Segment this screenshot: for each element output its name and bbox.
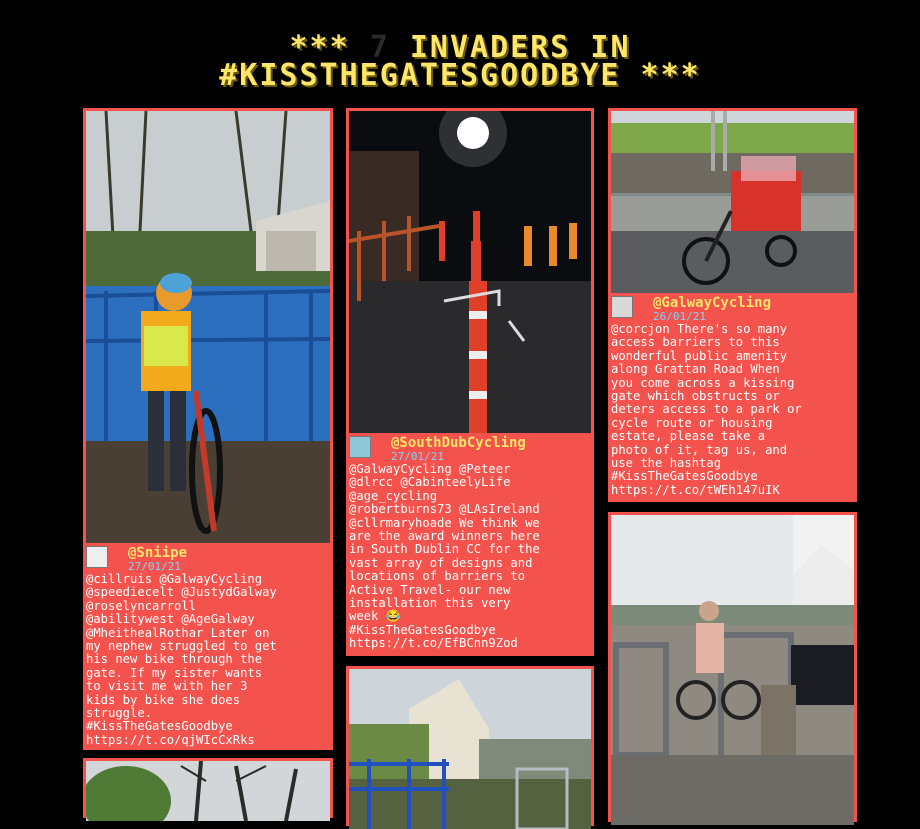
- post-text-line: @age_cycling: [349, 488, 438, 503]
- post-text-line: @roselyncarroll: [86, 598, 197, 613]
- post-card: [83, 758, 333, 821]
- post-photo[interactable]: [611, 515, 854, 825]
- post-text-line: @cllrmaryhoade We think we: [349, 515, 540, 530]
- post-text-line: estate, please take a: [611, 429, 766, 444]
- photo-cargo-bike-at-gate-icon: [611, 111, 854, 293]
- post-username[interactable]: @Sniipe: [128, 545, 187, 561]
- post-card: [346, 666, 594, 829]
- post-text-line: cycle route or housing: [611, 415, 773, 430]
- post-text: @cillruis @GalwayCycling @speediecelt @J…: [86, 572, 330, 749]
- post-text-line: in South Dublin CC for the: [349, 542, 540, 557]
- avatar[interactable]: [349, 436, 371, 458]
- post-card: @Sniipe 27/01/21 @cillruis @GalwayCyclin…: [83, 108, 333, 750]
- post-text: @GalwayCycling @Peteer @dlrcc @Cabinteel…: [349, 462, 591, 653]
- post-text-line: @MheithealRothar Later on: [86, 625, 270, 640]
- post-text-line: @speediecelt @JustydGalway: [86, 585, 277, 600]
- hashtag-link[interactable]: #KissTheGatesGoodbye: [86, 720, 330, 734]
- post-username[interactable]: @SouthDubCycling: [391, 435, 526, 451]
- post-username[interactable]: @GalwayCycling: [653, 295, 771, 311]
- post-card: @SouthDubCycling 27/01/21 @GalwayCycling…: [346, 108, 594, 656]
- post-text-line: deters access to a park or: [611, 402, 802, 417]
- post-meta: @GalwayCycling 26/01/21: [611, 293, 854, 323]
- post-text-line: to visit me with her 3: [86, 679, 248, 694]
- photo-child-with-bike-at-blue-gate-icon: [86, 111, 330, 543]
- post-text-line: installation this very: [349, 596, 511, 611]
- post-text-line: struggle.: [86, 706, 153, 721]
- avatar[interactable]: [86, 546, 108, 568]
- post-text-line: along Grattan Road When: [611, 362, 780, 377]
- post-text-line: gate. If my sister wants: [86, 665, 263, 680]
- post-text-line: kids by bike she does: [86, 692, 241, 707]
- post-photo[interactable]: [86, 761, 330, 821]
- photo-woman-with-bike-at-kissing-gate-icon: [611, 515, 854, 825]
- post-text-line: @cillruis @GalwayCycling: [86, 572, 263, 586]
- post-text-line: locations of barriers to: [349, 569, 526, 584]
- post-text-line: @abilitywest @AgeGalway: [86, 612, 255, 627]
- tweet-link[interactable]: https://t.co/EfBCnn9Zod: [349, 636, 591, 650]
- photo-night-bollards-cycle-lane-icon: [349, 111, 591, 433]
- post-text-line: @robertburns73 @LAsIreland: [349, 502, 540, 517]
- photo-blue-gate-lane-icon: [349, 669, 591, 829]
- post-photo[interactable]: [349, 111, 591, 433]
- post-meta: @SouthDubCycling 27/01/21: [349, 433, 591, 463]
- title-line-2: #KISSTHEGATESGOODBYE ***: [219, 58, 701, 93]
- post-text-line: are the award winners here: [349, 529, 540, 544]
- post-text: @corcjon There's so many access barriers…: [611, 322, 854, 499]
- page-title: *** 7 INVADERS IN #KISSTHEGATESGOODBYE *…: [0, 33, 920, 93]
- post-text-line: wonderful public amenity: [611, 348, 788, 363]
- post-photo[interactable]: [611, 111, 854, 293]
- post-text-line: photo of it, tag us, and: [611, 442, 788, 457]
- post-text-line: use the hashtag: [611, 456, 722, 471]
- tweet-link[interactable]: https://t.co/tWEh147uIK: [611, 483, 854, 497]
- post-date: 27/01/21: [391, 450, 444, 463]
- post-text-line: @GalwayCycling @Peteer: [349, 462, 511, 476]
- avatar[interactable]: [611, 296, 633, 318]
- post-text-line: @corcjon There's so many: [611, 322, 788, 336]
- post-meta: @Sniipe 27/01/21: [86, 543, 330, 573]
- post-date: 26/01/21: [653, 310, 706, 323]
- post-text-line: gate which obstructs or: [611, 389, 780, 404]
- post-card: @GalwayCycling 26/01/21 @corcjon There's…: [608, 108, 857, 502]
- post-text-line: his new bike through the: [86, 652, 263, 667]
- tweet-link[interactable]: https://t.co/qjWIcCxRks: [86, 733, 330, 747]
- photo-bare-trees-icon: [86, 761, 330, 821]
- post-text-line: my nephew struggled to get: [86, 639, 277, 654]
- post-text-line: Active Travel- our new: [349, 582, 511, 597]
- post-photo[interactable]: [349, 669, 591, 829]
- post-text-line: @dlrcc @CabinteelyLife: [349, 475, 511, 490]
- post-text-line: you come across a kissing: [611, 375, 795, 390]
- post-date: 27/01/21: [128, 560, 181, 573]
- post-photo[interactable]: [86, 111, 330, 543]
- hashtag-link[interactable]: #KissTheGatesGoodbye: [611, 470, 854, 484]
- post-text-line: week 😂: [349, 609, 401, 624]
- hashtag-link[interactable]: #KissTheGatesGoodbye: [349, 623, 591, 637]
- post-text-line: access barriers to this: [611, 335, 780, 350]
- post-text-line: vast array of designs and: [349, 555, 533, 570]
- post-card: [608, 512, 857, 825]
